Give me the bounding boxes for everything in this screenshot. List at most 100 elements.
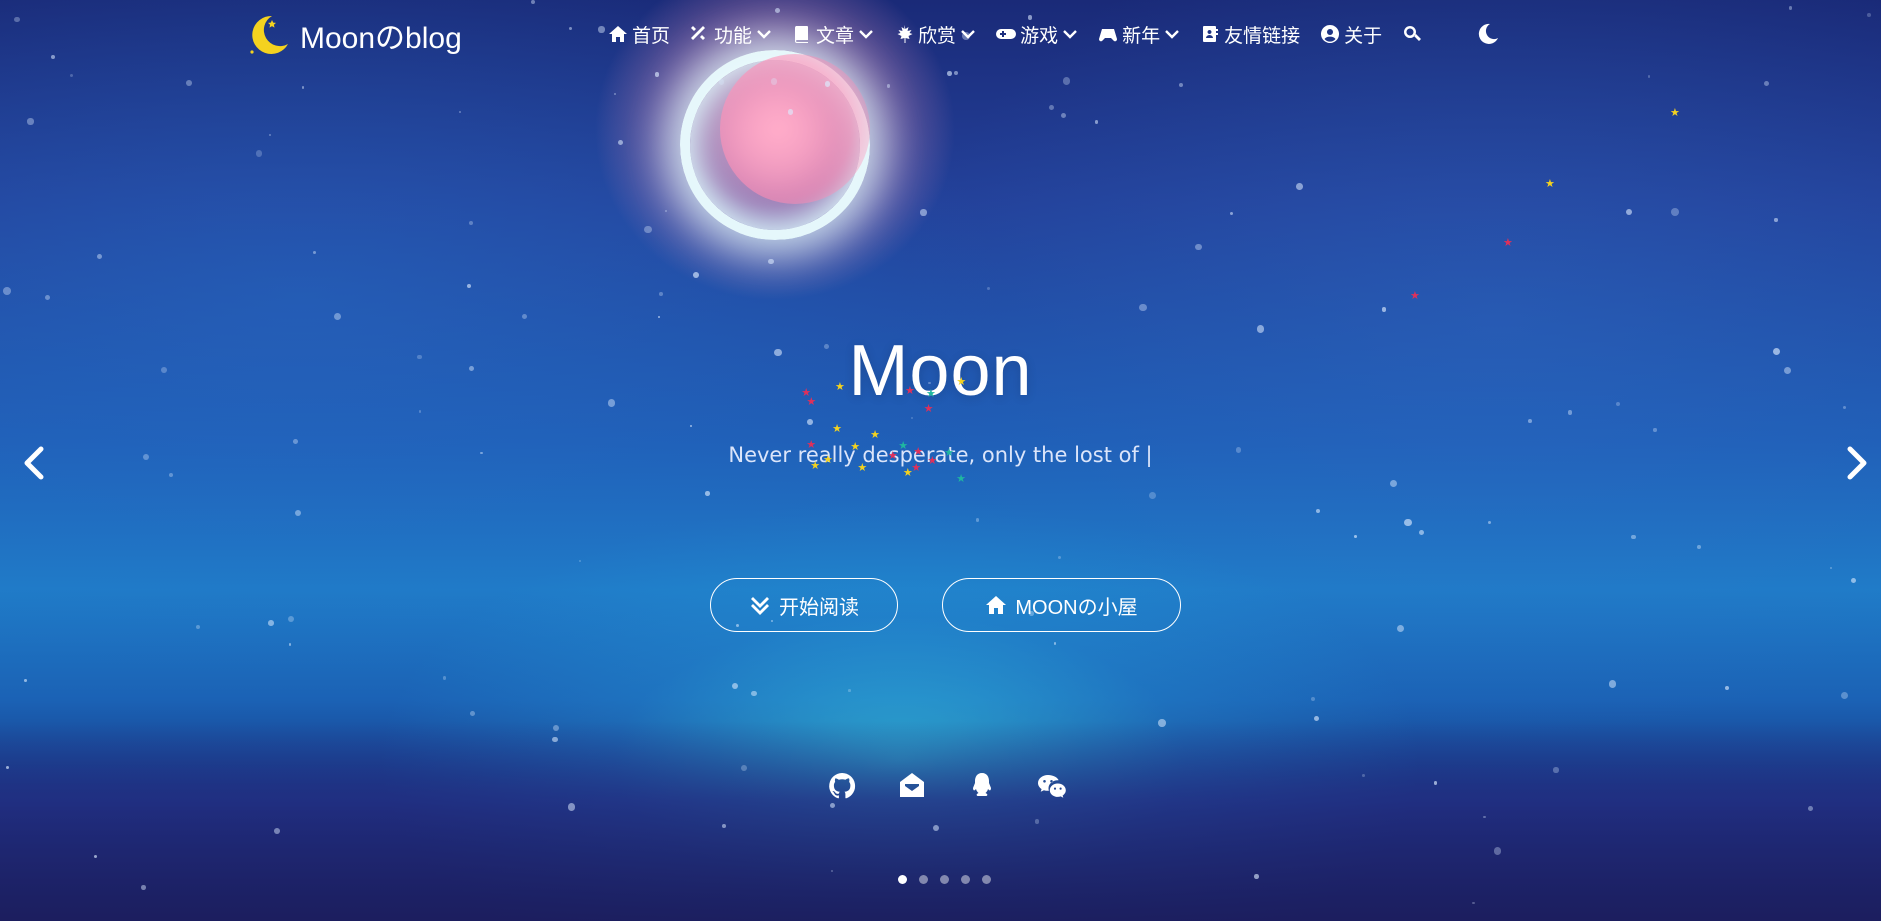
- social-links: [826, 770, 1068, 802]
- snowflake: [1829, 566, 1832, 569]
- sparkle-star: ★: [925, 387, 936, 401]
- snowflake: [273, 828, 280, 834]
- snowflake: [1229, 211, 1233, 215]
- snowflake: [1553, 767, 1559, 773]
- start-reading-button[interactable]: 开始阅读: [710, 578, 898, 632]
- chevron-left-icon: [24, 446, 44, 480]
- snowflake: [1527, 418, 1532, 423]
- moon-icon: [1478, 23, 1499, 44]
- chevron-down-icon: [757, 30, 771, 39]
- snowflake: [847, 688, 851, 692]
- sparkle-star: ★: [850, 439, 861, 453]
- snowflake: [141, 885, 146, 890]
- snowflake: [93, 854, 97, 858]
- chevron-down-icon: [1165, 30, 1179, 39]
- snowflake: [333, 313, 341, 321]
- snowflake: [1094, 119, 1099, 124]
- nav-item-friend-links[interactable]: 友情链接: [1200, 21, 1300, 48]
- home-icon: [986, 596, 1007, 614]
- qq-link[interactable]: [966, 770, 998, 802]
- carousel-dot[interactable]: [940, 875, 949, 884]
- site-title: Moonのblog: [300, 22, 462, 55]
- snowflake: [1148, 491, 1156, 499]
- carousel-dot[interactable]: [919, 875, 928, 884]
- nav-item-new-year[interactable]: 新年: [1098, 21, 1180, 48]
- sparkle-star: ★: [913, 444, 924, 458]
- nav-item-label: 首页: [632, 25, 671, 47]
- nav-item-appreciate[interactable]: 欣赏: [894, 21, 976, 48]
- nav-item-articles[interactable]: 文章: [792, 21, 874, 48]
- nav-item-label: 友情链接: [1224, 25, 1301, 47]
- snowflake: [946, 71, 952, 77]
- moon-house-button[interactable]: MOONの小屋: [942, 578, 1181, 632]
- sparkle-star: ★: [806, 437, 817, 451]
- snowflake: [1788, 6, 1793, 10]
- address-book-icon: [1203, 26, 1219, 42]
- hero-subtitle: Never really desperate, only the lost of…: [728, 443, 1153, 467]
- snowflake: [1433, 781, 1438, 785]
- snowflake: [1295, 183, 1303, 190]
- carousel-prev-button[interactable]: [15, 443, 55, 483]
- snowflake: [644, 225, 652, 233]
- snowflake: [1062, 77, 1071, 85]
- snowflake: [768, 258, 774, 265]
- snowflake: [27, 118, 34, 125]
- hero-title: Moon: [848, 331, 1033, 411]
- snowflake: [1397, 624, 1405, 632]
- carousel-next-button[interactable]: [1836, 443, 1876, 483]
- snowflake: [806, 419, 813, 425]
- nav-item-label: 关于: [1344, 25, 1383, 47]
- nav-item-home[interactable]: 首页: [608, 21, 670, 48]
- sparkle-star: ★: [887, 449, 898, 463]
- search-button[interactable]: [1402, 24, 1422, 44]
- snowflake: [751, 690, 757, 697]
- nav-item-about[interactable]: 关于: [1320, 21, 1382, 48]
- snowflake: [255, 149, 263, 157]
- carousel-dot[interactable]: [961, 875, 970, 884]
- nav-item-label: 新年: [1122, 25, 1161, 47]
- gamepad-icon: [996, 29, 1017, 39]
- github-icon: [829, 772, 856, 799]
- sparkle-star: ★: [1410, 289, 1420, 302]
- snowflake: [5, 765, 9, 769]
- tools-icon: [691, 26, 706, 40]
- sparkle-star: ★: [905, 383, 915, 397]
- carousel-dot[interactable]: [898, 875, 907, 884]
- sparkle-star: ★: [832, 422, 843, 436]
- sparkle-star: ★: [902, 465, 913, 479]
- github-link[interactable]: [826, 770, 858, 802]
- snowflake: [268, 620, 274, 626]
- snowflake: [1653, 428, 1657, 432]
- chevron-down-icon: [1063, 30, 1077, 39]
- snowflake: [920, 209, 927, 216]
- snowflake: [1060, 112, 1066, 119]
- nav-item-games[interactable]: 游戏: [996, 21, 1078, 48]
- wechat-link[interactable]: [1036, 770, 1068, 802]
- snowflake: [1404, 518, 1412, 526]
- sparkle-star: ★: [1545, 177, 1555, 190]
- snowflake: [1195, 243, 1202, 251]
- snowflake: [886, 84, 891, 88]
- nav-item-label: 游戏: [1020, 25, 1059, 47]
- main-navbar: 首页 功能 文章 欣赏 游戏 新年 友情链接 关于: [608, 18, 1520, 50]
- wechat-icon: [1038, 775, 1066, 798]
- site-logo[interactable]: Moonのblog: [242, 10, 462, 60]
- carousel-indicators: [898, 875, 991, 884]
- snowflake: [1353, 535, 1357, 539]
- sparkle-star: ★: [923, 401, 934, 415]
- snowflake: [1647, 75, 1651, 78]
- controller-icon: [1099, 29, 1118, 42]
- chevron-down-icon: [961, 30, 975, 39]
- snowflake: [1157, 719, 1166, 727]
- nav-item-label: 文章: [816, 25, 855, 47]
- carousel-dot[interactable]: [982, 875, 991, 884]
- mail-icon: [900, 773, 924, 797]
- user-circle-icon: [1321, 25, 1340, 43]
- theme-toggle-button[interactable]: [1476, 22, 1500, 46]
- sparkle-star: ★: [956, 472, 966, 486]
- snowflake: [1493, 846, 1502, 855]
- snowflake: [705, 491, 710, 496]
- snowflake: [1418, 530, 1424, 536]
- nav-item-features[interactable]: 功能: [690, 21, 772, 48]
- email-link[interactable]: [896, 770, 928, 802]
